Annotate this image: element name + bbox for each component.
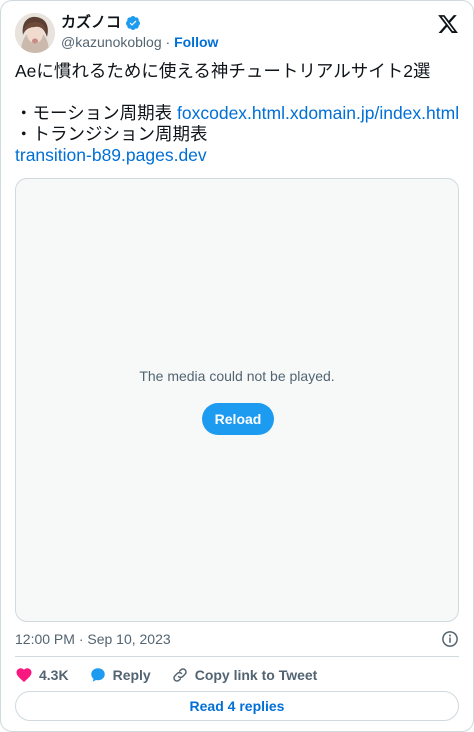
x-logo-icon[interactable] [437,13,459,35]
likes-count: 4.3K [39,667,69,683]
heart-icon [16,668,32,683]
follow-link[interactable]: Follow [174,34,218,50]
verified-badge-icon [126,15,141,30]
read-replies-button[interactable]: Read 4 replies [15,691,459,721]
item-2-label: ・トランジション周期表 [15,124,208,144]
tweet-text-item-1: ・モーション周期表 foxcodex.html.xdomain.jp/index… [15,103,459,124]
tweet-text-line-1: Aeに慣れるために使える神チュートリアルサイト2選 [15,61,431,81]
tweet-timestamp[interactable]: 12:00 PM · Sep 10, 2023 [15,631,171,647]
media-player[interactable]: The media could not be played. Reload [15,178,459,622]
tweet-text: Aeに慣れるために使える神チュートリアルサイト2選 ・モーション周期表 foxc… [15,61,459,166]
author-handle-line: @kazunokoblog · Follow [61,32,218,52]
reply-bubble-icon [90,668,105,682]
author-display-name-row[interactable]: カズノコ [61,13,218,32]
avatar-image [15,13,55,53]
reload-button[interactable]: Reload [202,403,274,435]
item-2-link[interactable]: transition-b89.pages.dev [15,145,459,166]
media-error-message: The media could not be played. [139,368,335,384]
author-display-name[interactable]: カズノコ [61,13,121,32]
item-1-link[interactable]: foxcodex.html.xdomain.jp/index.html [177,103,459,123]
author-names: カズノコ @kazunokoblog · Follow [61,13,218,52]
divider [15,656,459,657]
handle-separator: · [165,34,171,50]
avatar[interactable] [15,13,55,53]
copy-link-button[interactable]: Copy link to Tweet [171,666,318,684]
copy-link-label: Copy link to Tweet [194,667,318,683]
reply-label: Reply [112,667,151,683]
reply-button[interactable]: Reply [89,666,151,684]
tweet-actions: 4.3K Reply Copy link to Tweet [15,663,459,687]
link-icon [172,668,187,682]
info-icon[interactable] [441,630,459,648]
author-handle[interactable]: @kazunokoblog [61,34,162,50]
tweet-embed-card: カズノコ @kazunokoblog · Follow Aeに慣れるために使える… [0,0,474,732]
item-1-label: ・モーション周期表 [15,103,178,123]
tweet-header: カズノコ @kazunokoblog · Follow [15,13,459,53]
like-button[interactable]: 4.3K [15,666,69,684]
